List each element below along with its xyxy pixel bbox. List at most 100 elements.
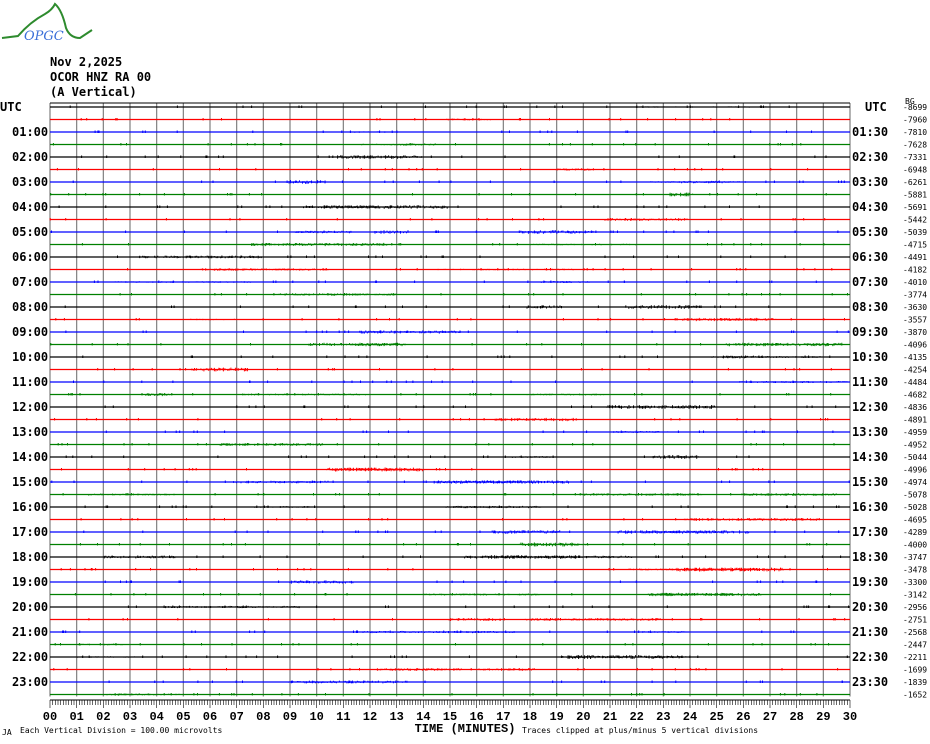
x-tick-label: 27 [763,710,777,724]
hour-label-left: 05:00 [12,225,48,239]
trace-offset-value: -4289 [903,528,927,537]
x-tick-label: 20 [576,710,590,724]
hour-label-right: 20:30 [852,600,888,614]
x-tick-label: 28 [789,710,803,724]
hour-label-left: 15:00 [12,475,48,489]
hour-label-right: 07:30 [852,275,888,289]
hour-label-right: 05:30 [852,225,888,239]
hour-label-right: 13:30 [852,425,888,439]
trace-offset-value: -4996 [903,466,927,475]
trace-offset-value: -1652 [903,691,927,700]
x-tick-label: 12 [363,710,377,724]
trace-offset-value: -4959 [903,428,927,437]
x-tick-label: 06 [203,710,217,724]
trace-offset-value: -3870 [903,328,927,337]
hour-label-left: 13:00 [12,425,48,439]
trace-offset-value: -4135 [903,353,927,362]
x-tick-label: 04 [149,710,163,724]
hour-label-left: 20:00 [12,600,48,614]
trace-offset-value: -5078 [903,491,927,500]
hour-label-right: 11:30 [852,375,888,389]
hour-label-right: 21:30 [852,625,888,639]
trace-offset-value: -3747 [903,553,927,562]
helicorder-plot: -8699UTC UTC-7960-781001:00 01:30-7628-733… [0,97,927,737]
trace-offset-value: -4682 [903,391,927,400]
hour-label-left: 01:00 [12,125,48,139]
x-axis-title: TIME (MINUTES) [415,722,516,736]
hour-label-right: 14:30 [852,450,888,464]
trace-offset-value: -4952 [903,441,927,450]
trace-offset-value: -3630 [903,303,927,312]
x-tick-label: 22 [629,710,643,724]
x-tick-label: 01 [69,710,83,724]
x-tick-label: 26 [736,710,750,724]
trace-offset-value: -4182 [903,266,927,275]
hour-label-left: 10:00 [12,350,48,364]
x-tick-label: 03 [123,710,137,724]
x-tick-label: 23 [656,710,670,724]
hour-label-left: 18:00 [12,550,48,564]
x-tick-label: 18 [523,710,537,724]
trace-offset-value: -5691 [903,203,927,212]
trace-offset-value: -6948 [903,166,927,175]
trace-offset-value: -7331 [903,153,927,162]
trace-offset-value: -4010 [903,278,927,287]
x-tick-label: 11 [336,710,350,724]
hour-label-left: 07:00 [12,275,48,289]
hour-label-right: 09:30 [852,325,888,339]
hour-label-left: 22:00 [12,650,48,664]
hour-label-left: 09:00 [12,325,48,339]
trace-offset-value: -5442 [903,216,927,225]
trace-offset-value: -7810 [903,128,927,137]
hour-label-right: 08:30 [852,300,888,314]
trace-offset-value: -4484 [903,378,927,387]
hour-label-left: 04:00 [12,200,48,214]
x-tick-label: 07 [229,710,243,724]
trace-offset-value: -2447 [903,641,927,650]
x-tick-label: 10 [309,710,323,724]
hour-label-right: 19:30 [852,575,888,589]
hour-label-left: 12:00 [12,400,48,414]
trace-offset-value: -2751 [903,616,927,625]
hour-label-left: 17:00 [12,525,48,539]
trace-offset-value: -3300 [903,578,927,587]
trace-offset-value: -2956 [903,603,927,612]
x-tick-label: 05 [176,710,190,724]
hour-label-left: 06:00 [12,250,48,264]
trace-offset-value: -3557 [903,316,927,325]
trace-offset-value: -4891 [903,416,927,425]
trace-offset-value: -4000 [903,541,927,550]
hour-label-left: 19:00 [12,575,48,589]
hour-label-right: 04:30 [852,200,888,214]
hour-label-right: 22:30 [852,650,888,664]
hour-label-right: 12:30 [852,400,888,414]
x-tick-label: 21 [603,710,617,724]
hour-label-left: 14:00 [12,450,48,464]
hour-label-right: UTC [865,100,887,114]
hour-label-right: 06:30 [852,250,888,264]
x-tick-label: 25 [709,710,723,724]
footer-scale: Each Vertical Division = 100.00 microvol… [20,726,222,735]
hour-label-left: 02:00 [12,150,48,164]
hour-label-left: UTC [0,100,22,114]
footer-mark: JA [2,728,12,737]
trace-offset-value: -4491 [903,253,927,262]
x-tick-label: 09 [283,710,297,724]
hour-label-right: 18:30 [852,550,888,564]
hour-label-left: 08:00 [12,300,48,314]
hour-label-left: 16:00 [12,500,48,514]
x-tick-label: 19 [549,710,563,724]
trace-offset-value: -2211 [903,653,927,662]
hour-label-right: 23:30 [852,675,888,689]
trace-offset-value: -3774 [903,291,927,300]
trace-offset-value: -5028 [903,503,927,512]
hour-label-right: 16:30 [852,500,888,514]
trace-offset-value: -4715 [903,241,927,250]
x-tick-label: 29 [816,710,830,724]
trace-offset-value: -7628 [903,141,927,150]
trace-offset-value: -4254 [903,366,927,375]
trace-offset-value: -2568 [903,628,927,637]
trace-offset-value: -4695 [903,516,927,525]
right-top-tag: BG [905,97,915,106]
hour-label-right: 15:30 [852,475,888,489]
